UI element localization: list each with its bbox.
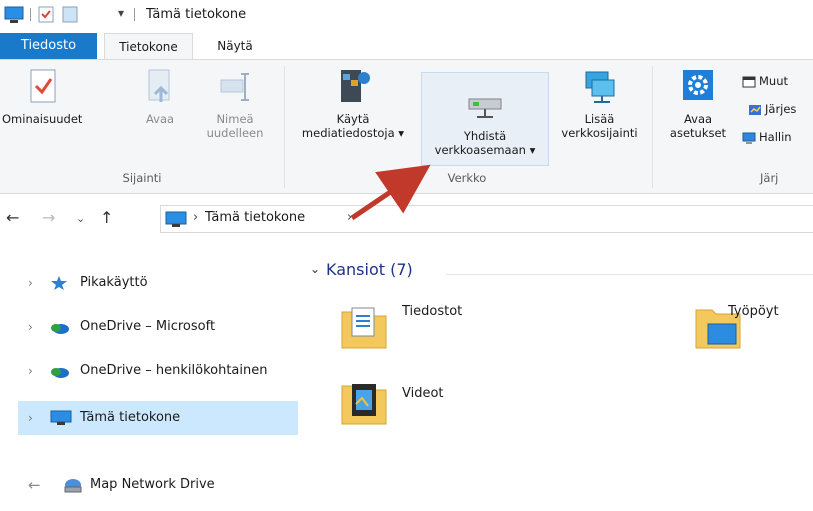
collapse-chevron-icon[interactable]: ⌄: [310, 262, 320, 276]
system-properties-button[interactable]: Järjes: [748, 102, 796, 117]
ribbon: Ominaisuudet Avaa Nimeä uudelleen Sijain…: [0, 59, 813, 194]
computer-icon[interactable]: [4, 6, 24, 24]
breadcrumb-chevron-icon[interactable]: ›: [193, 210, 198, 225]
group-label-location: Sijainti: [122, 171, 162, 185]
system-small-icon: [749, 104, 761, 115]
expand-chevron-icon[interactable]: ›: [28, 310, 33, 344]
uninstall-program-button[interactable]: Muut: [742, 74, 788, 89]
onedrive-cloud-icon: [51, 324, 69, 334]
group-label-system: Järj: [760, 171, 779, 185]
title-bar: ▾ Tämä tietokone: [0, 0, 813, 30]
recent-locations-chevron-icon[interactable]: ⌄: [76, 212, 85, 225]
title-separator: [134, 8, 135, 21]
window-small-icon: [742, 76, 756, 87]
up-arrow-icon[interactable]: ↑: [100, 208, 113, 227]
manage-button[interactable]: Hallin: [742, 130, 792, 145]
nav-item-this-pc[interactable]: › Tämä tietokone: [18, 401, 298, 435]
map-network-drive-button[interactable]: Yhdistä verkkoasemaan ▾: [421, 72, 549, 166]
group-label-network: Verkko: [447, 171, 487, 185]
quick-access-dropdown-icon[interactable]: ▾: [118, 6, 124, 20]
expand-chevron-icon[interactable]: ›: [28, 401, 33, 435]
videos-folder-icon: [341, 384, 387, 425]
window-title: Tämä tietokone: [146, 7, 247, 22]
tab-view[interactable]: Näytä: [200, 33, 270, 60]
documents-folder-icon: [341, 307, 387, 349]
back-arrow-icon[interactable]: ←: [6, 208, 19, 227]
add-network-location-button[interactable]: Lisää verkkosijainti: [552, 66, 647, 140]
properties-button[interactable]: Ominaisuudet: [2, 66, 82, 126]
forward-arrow-icon[interactable]: →: [42, 208, 55, 227]
properties-quick-icon[interactable]: [38, 6, 54, 23]
rename-icon: [220, 73, 249, 101]
network-drive-globe-icon: [64, 479, 82, 493]
new-folder-quick-icon[interactable]: [62, 6, 78, 23]
nav-item-onedrive-microsoft[interactable]: › OneDrive – Microsoft: [18, 310, 298, 344]
section-header-folders[interactable]: Kansiot (7): [326, 260, 413, 279]
gear-icon: [683, 70, 713, 100]
media-server-icon: [341, 70, 370, 102]
computer-icon: [50, 410, 72, 425]
star-icon: [51, 276, 67, 290]
folder-item-documents[interactable]: Tiedostot: [340, 304, 640, 354]
group-separator: [284, 66, 285, 188]
breadcrumb-this-pc[interactable]: Tämä tietokone: [205, 210, 305, 225]
ribbon-tabs: Tiedosto Tietokone Näytä: [0, 33, 813, 60]
onedrive-cloud-icon: [51, 368, 69, 378]
expand-chevron-icon[interactable]: ›: [28, 354, 33, 388]
breadcrumb-chevron-icon[interactable]: ›: [347, 210, 352, 225]
folder-item-videos[interactable]: Videot: [340, 378, 640, 428]
tab-computer[interactable]: Tietokone: [104, 33, 193, 60]
navigation-pane: › Pikakäyttö › OneDrive – Microsoft › On…: [0, 250, 300, 440]
title-separator: [30, 8, 31, 21]
nav-item-quick-access[interactable]: › Pikakäyttö: [18, 266, 298, 300]
manage-small-icon: [742, 132, 756, 143]
folder-item-desktop[interactable]: Työpöyt: [694, 304, 813, 354]
network-drive-icon: [468, 98, 502, 118]
navigation-bar: ← → ⌄ ↑ › Tämä tietokone ›: [0, 202, 813, 236]
media-access-button[interactable]: Käytä mediatiedostoja ▾: [288, 66, 418, 140]
tab-file[interactable]: Tiedosto: [0, 33, 97, 60]
group-separator: [652, 66, 653, 188]
section-divider: [446, 274, 813, 275]
network-location-icon: [585, 71, 614, 103]
rename-button[interactable]: Nimeä uudelleen: [200, 66, 270, 140]
computer-icon: [165, 211, 187, 227]
properties-icon: [30, 69, 56, 103]
expand-chevron-icon[interactable]: ›: [28, 266, 33, 300]
open-settings-button[interactable]: Avaa asetukset: [664, 66, 732, 140]
open-button[interactable]: Avaa: [140, 66, 180, 126]
nav-item-onedrive-personal[interactable]: › OneDrive – henkilökohtainen: [18, 354, 298, 388]
open-icon: [148, 69, 170, 102]
address-bar[interactable]: › Tämä tietokone ›: [160, 205, 813, 233]
back-arrow-icon[interactable]: ←: [28, 476, 41, 494]
